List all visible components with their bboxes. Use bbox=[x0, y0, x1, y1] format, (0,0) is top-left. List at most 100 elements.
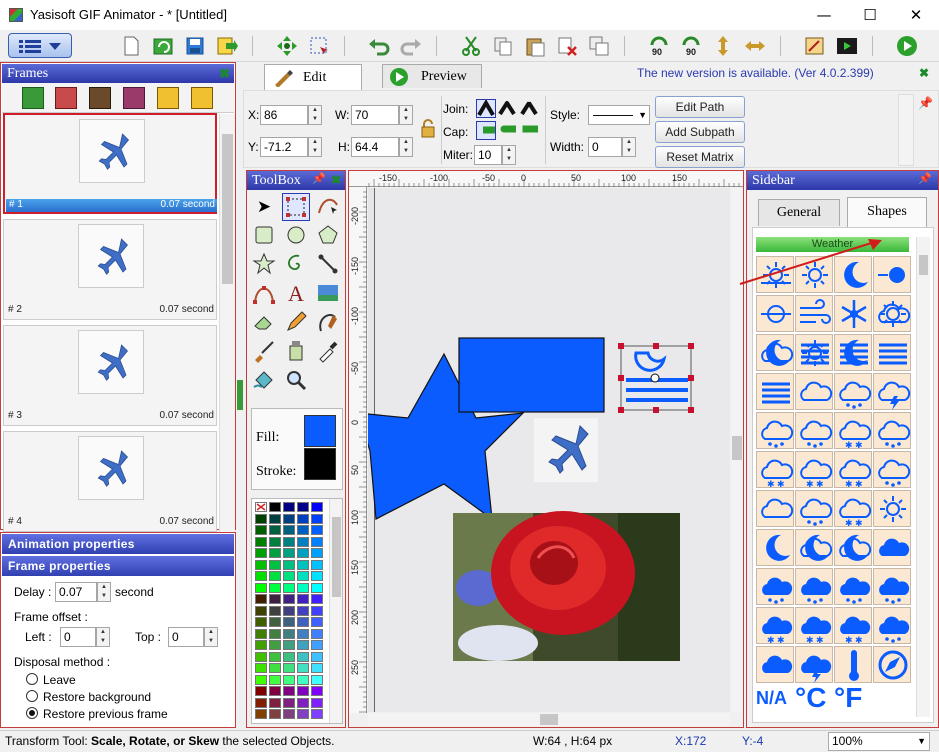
frame-thumbnail[interactable]: # 4 0.07 second bbox=[3, 431, 217, 532]
join-round-icon[interactable] bbox=[498, 99, 518, 118]
color-swatch[interactable] bbox=[255, 640, 267, 650]
palette-scrollbar[interactable] bbox=[329, 499, 342, 723]
join-bevel-icon[interactable] bbox=[520, 99, 540, 118]
pointer-tool-icon[interactable]: ➤ bbox=[250, 193, 278, 221]
weather-shape[interactable] bbox=[756, 373, 794, 410]
eraser-tool-icon[interactable] bbox=[250, 309, 278, 337]
canvas-workspace[interactable] bbox=[368, 188, 730, 712]
weather-shape[interactable] bbox=[756, 295, 794, 332]
color-swatch[interactable] bbox=[297, 559, 309, 570]
color-swatch[interactable] bbox=[269, 686, 281, 696]
edit-bar-scrollbar[interactable] bbox=[898, 94, 914, 166]
color-swatch[interactable] bbox=[283, 617, 295, 627]
canvas-hscrollbar[interactable] bbox=[368, 713, 731, 726]
color-swatch[interactable] bbox=[269, 571, 281, 581]
weather-shape[interactable] bbox=[834, 646, 872, 683]
export-icon[interactable] bbox=[216, 35, 238, 57]
color-swatch[interactable] bbox=[283, 536, 295, 547]
weather-shape[interactable] bbox=[756, 529, 794, 566]
color-swatch[interactable] bbox=[283, 513, 295, 524]
weather-shape[interactable] bbox=[756, 646, 794, 683]
color-swatch[interactable] bbox=[297, 571, 309, 581]
miter-stepper[interactable]: ▲ ▼ bbox=[502, 145, 516, 165]
weather-shape[interactable] bbox=[873, 607, 911, 644]
weather-shape[interactable]: ✱ ✱ bbox=[834, 607, 872, 645]
color-swatch[interactable] bbox=[255, 548, 267, 558]
weather-shape[interactable] bbox=[873, 295, 911, 332]
panel-splitter[interactable] bbox=[237, 380, 243, 410]
color-swatch[interactable] bbox=[255, 663, 267, 673]
weather-shape[interactable] bbox=[873, 334, 911, 371]
weather-shape[interactable]: ✱ ✱ bbox=[756, 607, 794, 645]
weather-shape[interactable] bbox=[834, 334, 872, 371]
polygon-tool-icon[interactable] bbox=[314, 222, 342, 250]
radio-leave[interactable] bbox=[26, 673, 38, 685]
lock-aspect-icon[interactable] bbox=[420, 118, 436, 138]
close-notice-icon[interactable]: ✖ bbox=[919, 66, 929, 80]
w-input[interactable]: 70 bbox=[351, 105, 399, 125]
color-swatch[interactable] bbox=[283, 594, 295, 604]
insert-frame-icon[interactable] bbox=[55, 87, 77, 109]
cap-butt-icon[interactable] bbox=[476, 121, 496, 140]
brush-tool-icon[interactable] bbox=[250, 338, 278, 366]
color-swatch[interactable] bbox=[255, 594, 267, 604]
delay-input[interactable]: 0.07 bbox=[55, 582, 97, 602]
color-swatch[interactable] bbox=[311, 594, 323, 604]
select-region-icon[interactable] bbox=[308, 35, 330, 57]
frame-thumbnail[interactable]: # 3 0.07 second bbox=[3, 325, 217, 426]
weather-shape[interactable] bbox=[795, 373, 833, 410]
color-swatch[interactable] bbox=[297, 640, 309, 650]
tab-general[interactable]: General bbox=[758, 199, 840, 226]
weather-shape[interactable] bbox=[873, 646, 911, 683]
fahrenheit-shape[interactable]: °F bbox=[834, 682, 872, 718]
move-frame-up-icon[interactable] bbox=[157, 87, 179, 109]
color-swatch[interactable] bbox=[269, 548, 281, 558]
color-swatch[interactable] bbox=[297, 697, 309, 708]
color-swatch[interactable] bbox=[311, 502, 323, 512]
fill-bucket-tool-icon[interactable] bbox=[282, 338, 310, 366]
color-swatch[interactable] bbox=[255, 536, 267, 547]
color-swatch[interactable] bbox=[269, 525, 281, 535]
color-swatch[interactable] bbox=[297, 536, 309, 547]
gradient-tool-icon[interactable] bbox=[250, 367, 278, 395]
color-swatch[interactable] bbox=[297, 709, 309, 719]
h-input[interactable]: 64.4 bbox=[351, 137, 399, 157]
color-swatch[interactable] bbox=[255, 674, 267, 685]
celsius-shape[interactable]: °C bbox=[795, 682, 833, 718]
color-swatch[interactable] bbox=[283, 548, 295, 558]
color-swatch[interactable] bbox=[269, 628, 281, 639]
color-swatch[interactable] bbox=[255, 628, 267, 639]
color-swatch[interactable] bbox=[283, 674, 295, 685]
color-swatch[interactable] bbox=[269, 582, 281, 593]
delete-icon[interactable] bbox=[556, 35, 578, 57]
save-icon[interactable] bbox=[184, 35, 206, 57]
color-swatch[interactable] bbox=[269, 594, 281, 604]
weather-shape[interactable] bbox=[873, 373, 911, 410]
frame-thumbnail[interactable]: # 2 0.07 second bbox=[3, 219, 217, 320]
flip-horizontal-icon[interactable] bbox=[744, 35, 766, 57]
shapes-scrollbar[interactable] bbox=[916, 237, 930, 717]
color-swatch[interactable] bbox=[297, 605, 309, 616]
weather-shape[interactable] bbox=[756, 568, 794, 605]
effects-icon[interactable] bbox=[804, 35, 826, 57]
duplicate-frame-icon[interactable] bbox=[89, 87, 111, 109]
cap-square-icon[interactable] bbox=[520, 121, 542, 140]
color-swatch[interactable] bbox=[297, 502, 309, 512]
copy-icon[interactable] bbox=[492, 35, 514, 57]
color-swatch[interactable] bbox=[283, 605, 295, 616]
h-stepper[interactable]: ▲ ▼ bbox=[399, 137, 413, 157]
color-swatch[interactable] bbox=[311, 605, 323, 616]
weather-shape[interactable] bbox=[834, 295, 872, 332]
color-swatch[interactable] bbox=[311, 582, 323, 593]
color-swatch[interactable] bbox=[255, 513, 267, 524]
color-swatch[interactable] bbox=[269, 536, 281, 547]
color-swatch[interactable] bbox=[283, 663, 295, 673]
cut-icon[interactable] bbox=[460, 35, 482, 57]
tab-preview[interactable]: Preview bbox=[382, 64, 482, 88]
star-tool-icon[interactable] bbox=[250, 251, 278, 279]
color-swatch[interactable] bbox=[255, 651, 267, 662]
line-style-select[interactable]: ▼ bbox=[588, 105, 650, 125]
color-swatch[interactable] bbox=[283, 525, 295, 535]
join-miter-icon[interactable] bbox=[476, 99, 496, 118]
color-swatch[interactable] bbox=[283, 697, 295, 708]
